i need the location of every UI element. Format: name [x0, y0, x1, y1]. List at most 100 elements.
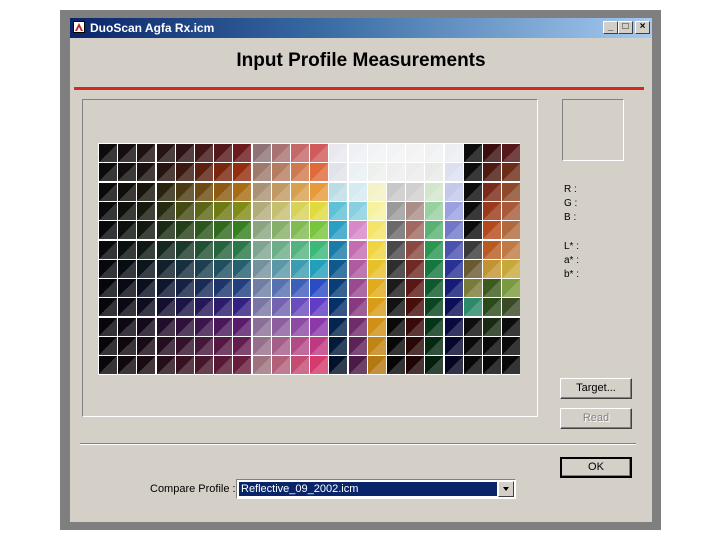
color-patch[interactable]: [483, 144, 501, 162]
color-patch[interactable]: [387, 201, 405, 220]
color-patch[interactable]: [502, 201, 521, 220]
color-patch[interactable]: [463, 356, 482, 375]
color-patch[interactable]: [348, 163, 367, 182]
color-patch[interactable]: [156, 356, 175, 375]
color-patch[interactable]: [348, 221, 367, 240]
color-patch[interactable]: [233, 240, 252, 259]
color-patch[interactable]: [99, 163, 117, 182]
color-patch[interactable]: [118, 144, 137, 162]
color-patch[interactable]: [387, 163, 405, 182]
color-patch[interactable]: [310, 356, 329, 375]
color-patch[interactable]: [444, 144, 463, 162]
color-patch[interactable]: [367, 240, 386, 259]
color-patch[interactable]: [137, 356, 156, 375]
color-patch[interactable]: [137, 240, 156, 259]
color-patch[interactable]: [483, 337, 501, 355]
color-patch[interactable]: [271, 356, 290, 375]
color-patch[interactable]: [406, 201, 425, 220]
color-patch[interactable]: [233, 298, 252, 317]
color-patch[interactable]: [387, 221, 405, 240]
color-patch[interactable]: [387, 182, 405, 201]
color-patch[interactable]: [118, 356, 137, 375]
color-patch[interactable]: [367, 337, 386, 355]
color-patch[interactable]: [348, 317, 367, 336]
color-patch[interactable]: [329, 337, 348, 355]
color-patch[interactable]: [156, 201, 175, 220]
color-patch[interactable]: [99, 144, 117, 162]
color-patch[interactable]: [367, 298, 386, 317]
color-patch[interactable]: [444, 317, 463, 336]
color-patch[interactable]: [137, 144, 156, 162]
color-patch[interactable]: [387, 279, 405, 298]
color-patch[interactable]: [483, 298, 501, 317]
color-patch[interactable]: [118, 163, 137, 182]
color-patch[interactable]: [367, 356, 386, 375]
color-patch[interactable]: [444, 337, 463, 355]
color-patch[interactable]: [483, 182, 501, 201]
color-patch[interactable]: [502, 221, 521, 240]
color-patch[interactable]: [214, 182, 233, 201]
color-patch[interactable]: [137, 337, 156, 355]
color-patch[interactable]: [425, 163, 444, 182]
color-patch[interactable]: [387, 356, 405, 375]
color-patch[interactable]: [252, 240, 271, 259]
color-patch[interactable]: [99, 259, 117, 278]
color-patch[interactable]: [329, 182, 348, 201]
color-patch[interactable]: [175, 279, 194, 298]
color-patch[interactable]: [195, 182, 213, 201]
color-patch[interactable]: [271, 298, 290, 317]
color-patch[interactable]: [175, 182, 194, 201]
color-patch[interactable]: [463, 182, 482, 201]
color-patch[interactable]: [214, 201, 233, 220]
color-patch[interactable]: [310, 259, 329, 278]
read-button[interactable]: Read: [560, 408, 632, 429]
color-patch[interactable]: [99, 182, 117, 201]
color-patch[interactable]: [406, 163, 425, 182]
color-patch[interactable]: [195, 144, 213, 162]
color-patch[interactable]: [118, 337, 137, 355]
color-patch[interactable]: [310, 221, 329, 240]
color-patch[interactable]: [156, 317, 175, 336]
color-patch[interactable]: [406, 337, 425, 355]
color-patch[interactable]: [463, 298, 482, 317]
color-patch[interactable]: [271, 240, 290, 259]
title-bar[interactable]: DuoScan Agfa Rx.icm _ □ ×: [70, 18, 652, 38]
color-patch[interactable]: [99, 201, 117, 220]
color-patch[interactable]: [291, 317, 309, 336]
color-patch[interactable]: [233, 182, 252, 201]
color-patch[interactable]: [329, 259, 348, 278]
color-patch[interactable]: [214, 144, 233, 162]
color-patch[interactable]: [252, 279, 271, 298]
color-patch[interactable]: [99, 279, 117, 298]
color-patch[interactable]: [406, 240, 425, 259]
color-patch[interactable]: [118, 259, 137, 278]
color-patch[interactable]: [252, 259, 271, 278]
color-patch[interactable]: [425, 201, 444, 220]
color-patch[interactable]: [367, 317, 386, 336]
color-patch[interactable]: [195, 337, 213, 355]
color-patch[interactable]: [367, 182, 386, 201]
color-patch[interactable]: [329, 317, 348, 336]
color-patch[interactable]: [156, 221, 175, 240]
color-patch[interactable]: [502, 163, 521, 182]
color-patch[interactable]: [329, 163, 348, 182]
color-patch[interactable]: [137, 221, 156, 240]
color-patch[interactable]: [502, 298, 521, 317]
target-patch-grid[interactable]: [98, 143, 521, 375]
color-patch[interactable]: [214, 356, 233, 375]
color-patch[interactable]: [175, 317, 194, 336]
color-patch[interactable]: [310, 201, 329, 220]
color-patch[interactable]: [348, 182, 367, 201]
color-patch[interactable]: [195, 240, 213, 259]
target-button[interactable]: Target...: [560, 378, 632, 399]
color-patch[interactable]: [463, 337, 482, 355]
color-patch[interactable]: [195, 317, 213, 336]
color-patch[interactable]: [348, 279, 367, 298]
color-patch[interactable]: [348, 144, 367, 162]
color-patch[interactable]: [214, 279, 233, 298]
color-patch[interactable]: [195, 356, 213, 375]
color-patch[interactable]: [214, 259, 233, 278]
color-patch[interactable]: [175, 144, 194, 162]
color-patch[interactable]: [99, 337, 117, 355]
color-patch[interactable]: [367, 221, 386, 240]
